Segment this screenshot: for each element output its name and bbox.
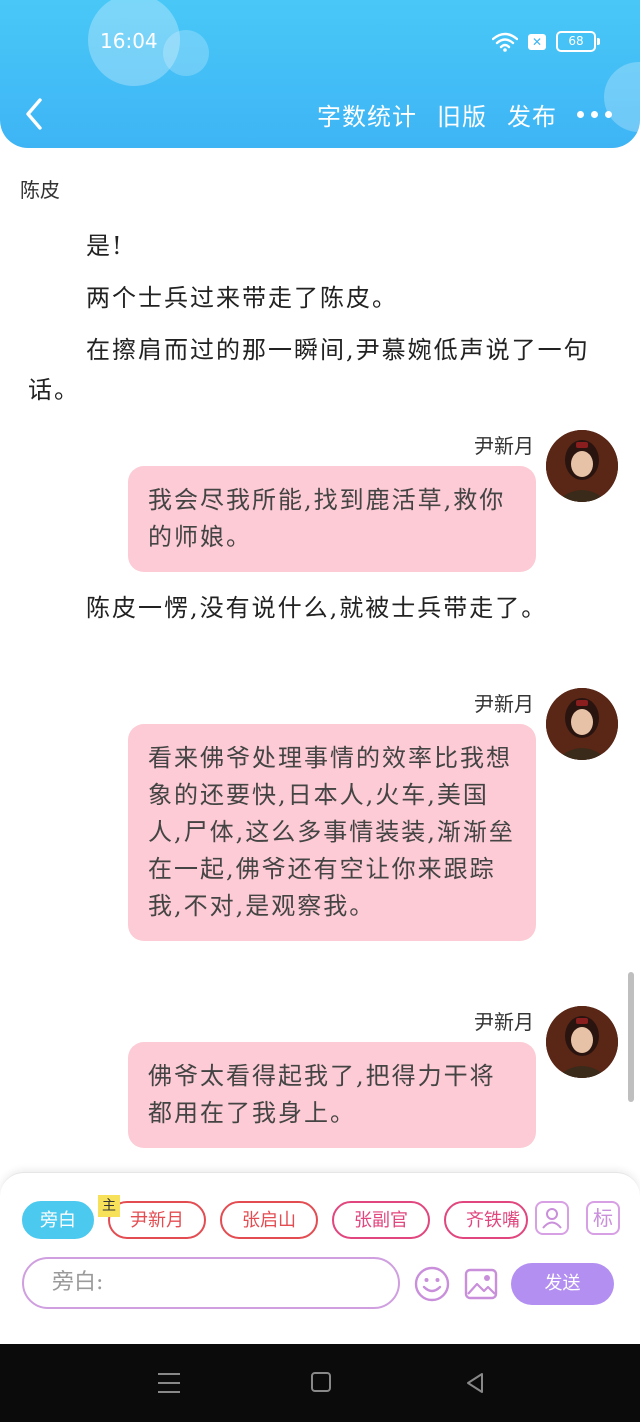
status-icons: ✕ 68 (492, 31, 600, 52)
old-version-button[interactable]: 旧版 (437, 97, 487, 132)
chip-role[interactable]: 尹新月 (108, 1201, 206, 1239)
avatar-portrait-icon (546, 430, 618, 502)
tag-button[interactable]: 标 (586, 1201, 620, 1235)
lead-role-badge: 主 (98, 1195, 120, 1217)
chat-bubble[interactable]: 我会尽我所能,找到鹿活草,救你的师娘。 (128, 466, 536, 572)
chat-bubble[interactable]: 看来佛爷处理事情的效率比我想象的还要快,日本人,火车,美国人,尸体,这么多事情装… (128, 724, 536, 941)
avatar[interactable] (546, 1006, 618, 1078)
scrollbar[interactable] (628, 972, 634, 1102)
image-icon[interactable] (463, 1266, 499, 1302)
send-button[interactable]: 发送 (511, 1263, 614, 1305)
decor-bubble (163, 30, 209, 76)
role-chips: 旁白 主 尹新月 张启山 张副官 齐铁嘴 (22, 1195, 528, 1239)
more-dots-icon[interactable] (577, 110, 612, 118)
chip-role[interactable]: 张副官 (332, 1201, 430, 1239)
header-actions: 字数统计 旧版 发布 (317, 96, 640, 132)
home-icon[interactable] (311, 1372, 331, 1392)
speaker-name: 尹新月 (474, 434, 534, 458)
chat-bubble[interactable]: 佛爷太看得起我了,把得力干将都用在了我身上。 (128, 1042, 536, 1148)
app-header: 16:04 ✕ 68 字数统计 旧版 发布 (0, 0, 640, 148)
avatar-portrait-icon (546, 1006, 618, 1078)
message-input[interactable]: 旁白: (22, 1257, 400, 1309)
chip-role[interactable]: 张启山 (220, 1201, 318, 1239)
back-chevron-icon[interactable] (22, 96, 46, 132)
x-box-icon: ✕ (528, 33, 546, 50)
publish-button[interactable]: 发布 (507, 97, 557, 132)
chip-narration[interactable]: 旁白 (22, 1201, 94, 1239)
wifi-icon (492, 32, 518, 52)
back-triangle-icon[interactable] (464, 1371, 486, 1395)
avatar-portrait-icon (546, 688, 618, 760)
narration-line: 是! (86, 232, 124, 260)
chip-role[interactable]: 齐铁嘴 (444, 1201, 528, 1239)
word-count-button[interactable]: 字数统计 (317, 97, 417, 132)
avatar[interactable] (546, 688, 618, 760)
battery-icon: 68 (556, 31, 600, 52)
speaker-label: 陈皮 (20, 178, 60, 202)
character-icon[interactable] (535, 1201, 569, 1235)
status-time: 16:04 (100, 29, 158, 53)
speaker-name: 尹新月 (474, 692, 534, 716)
recent-apps-icon[interactable] (158, 1373, 180, 1400)
system-nav-bar (0, 1344, 640, 1422)
avatar[interactable] (546, 430, 618, 502)
narration-line: 两个士兵过来带走了陈皮。 (86, 284, 398, 312)
person-card-icon (542, 1208, 562, 1229)
speaker-name: 尹新月 (474, 1010, 534, 1034)
narration-line: 在擦肩而过的那一瞬间,尹慕婉低声说了一句话。 (28, 336, 590, 404)
narration-line: 陈皮一愣,没有说什么,就被士兵带走了。 (86, 594, 548, 622)
emoji-icon[interactable] (413, 1265, 451, 1303)
composer-panel: 旁白 主 尹新月 张启山 张副官 齐铁嘴 标 旁白: 发送 (0, 1172, 640, 1345)
